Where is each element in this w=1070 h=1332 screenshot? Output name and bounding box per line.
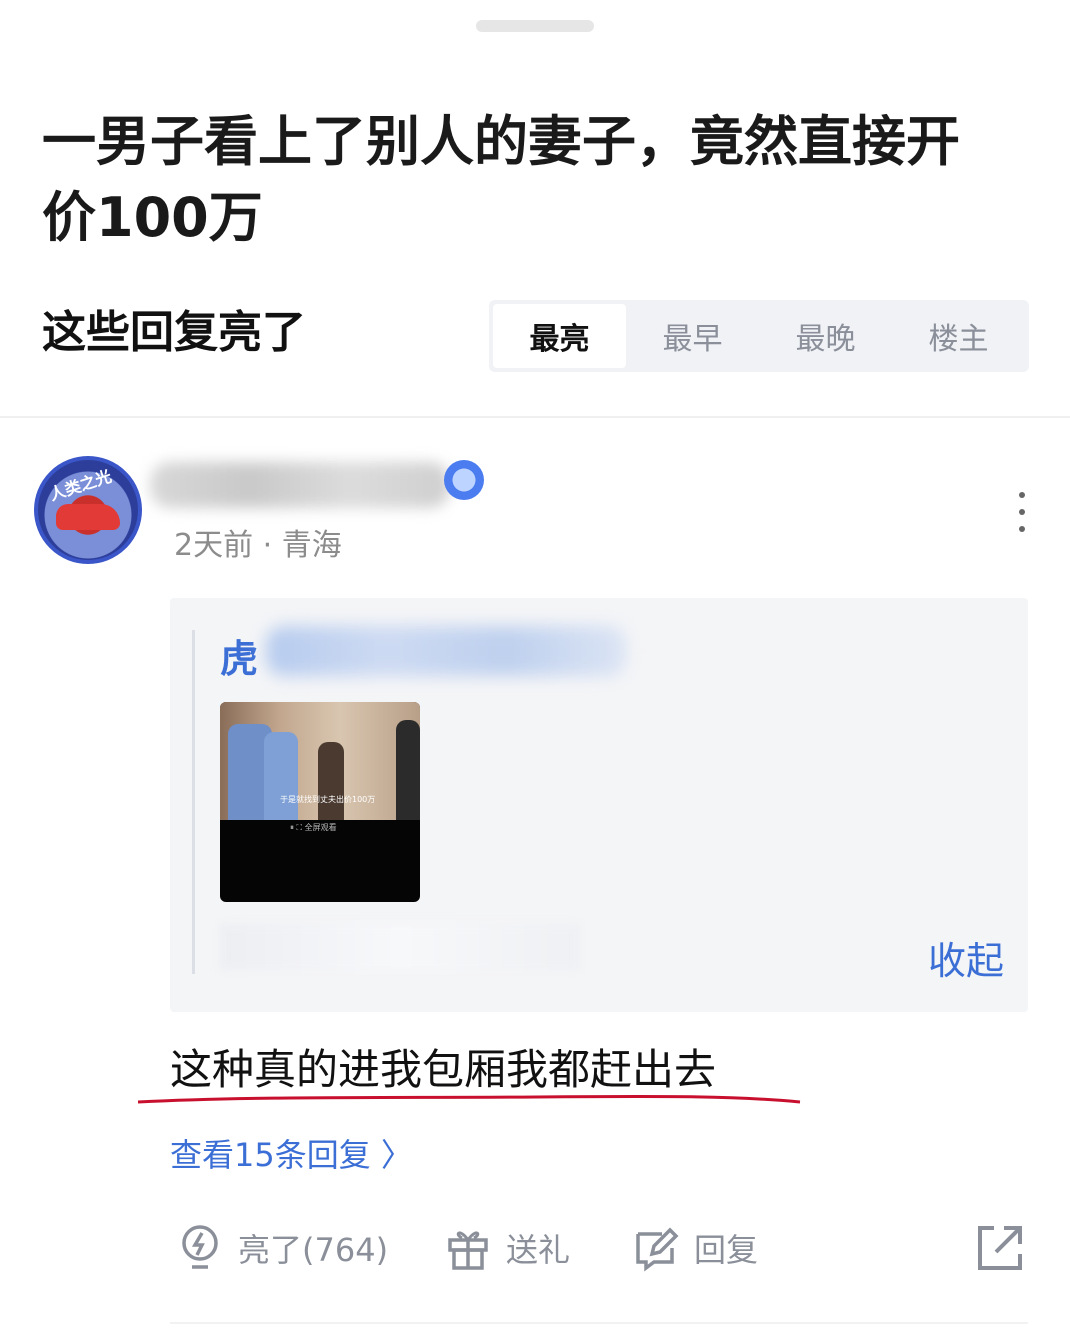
quote-bar xyxy=(192,630,195,974)
quoted-text-redacted xyxy=(220,924,580,970)
replies-section-title: 这些回复亮了 xyxy=(42,307,306,358)
edit-reply-icon xyxy=(636,1227,679,1272)
like-count: 亮了(764) xyxy=(238,1231,389,1269)
avatar-car-image xyxy=(56,504,120,530)
username-redacted[interactable] xyxy=(150,462,450,508)
gift-button[interactable]: 送礼 xyxy=(444,1218,570,1278)
tab-op[interactable]: 楼主 xyxy=(892,304,1025,368)
share-icon[interactable] xyxy=(974,1222,1026,1274)
quoted-author-redacted xyxy=(266,626,626,676)
screen-corner xyxy=(988,0,1070,82)
avatar[interactable]: 人类之光 xyxy=(34,456,142,564)
comment-meta: 2天前 · 青海 xyxy=(174,528,342,563)
lightbulb-icon xyxy=(182,1225,218,1269)
tab-latest[interactable]: 最晚 xyxy=(759,304,892,368)
gift-icon xyxy=(448,1231,488,1270)
avatar-badge-text: 人类之光 xyxy=(47,466,114,505)
comment-actions: 亮了(764) 送礼 回复 xyxy=(170,1218,1030,1278)
reply-label: 回复 xyxy=(694,1231,759,1269)
reply-sort-tabs: 最亮 最早 最晚 楼主 xyxy=(489,300,1029,372)
quoted-reply: 虎 于是就找到丈夫出价100万 ⏸ ⛶ 全屏观看 收起 xyxy=(170,598,1028,1012)
like-button[interactable]: 亮了(764) xyxy=(176,1218,388,1278)
red-underline-annotation xyxy=(137,1095,801,1104)
more-vertical-icon[interactable] xyxy=(1012,492,1032,532)
tab-brightest[interactable]: 最亮 xyxy=(493,304,626,368)
video-controls[interactable]: ⏸ ⛶ 全屏观看 xyxy=(290,822,337,833)
video-caption: 于是就找到丈夫出价100万 xyxy=(280,795,376,804)
tab-earliest[interactable]: 最早 xyxy=(626,304,759,368)
collapse-button[interactable]: 收起 xyxy=(928,930,1004,985)
user-badge-icon xyxy=(444,460,484,500)
comment-bottom-divider xyxy=(170,1322,1028,1324)
sheet-drag-handle[interactable] xyxy=(476,20,594,32)
video-thumbnail[interactable]: 于是就找到丈夫出价100万 ⏸ ⛶ 全屏观看 xyxy=(220,702,420,902)
quoted-author[interactable]: 虎 xyxy=(220,628,258,683)
gift-label: 送礼 xyxy=(506,1231,571,1269)
view-replies-link[interactable]: 查看15条回复 〉 xyxy=(170,1130,413,1176)
post-title: 一男子看上了别人的妻子，竟然直接开价100万 xyxy=(42,110,960,249)
reply-button[interactable]: 回复 xyxy=(632,1218,758,1278)
section-divider xyxy=(0,416,1070,418)
